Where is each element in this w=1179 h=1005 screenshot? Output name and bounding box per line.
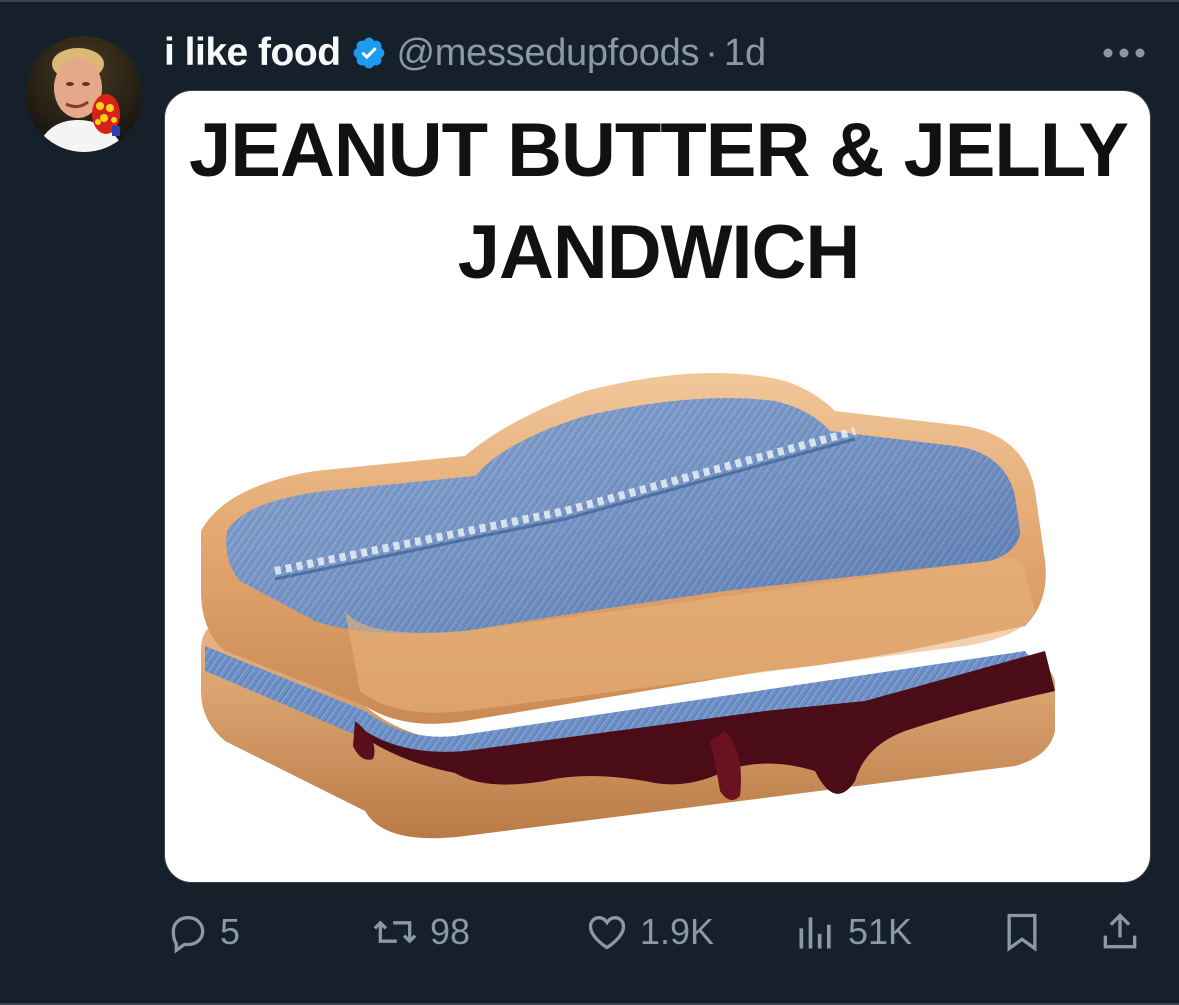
view-count: 51K (848, 911, 913, 952)
bookmark-button[interactable] (1000, 910, 1044, 954)
action-bar: 5 98 1.9K 51K (0, 900, 1179, 970)
post-header: i like food @messedupfoods · 1d (164, 28, 766, 78)
like-button[interactable]: 1.9K (584, 910, 714, 954)
like-icon (588, 916, 626, 950)
avatar-image (26, 36, 142, 152)
like-count: 1.9K (640, 911, 715, 952)
divider-top (0, 0, 1179, 2)
reply-count: 5 (220, 911, 241, 952)
tweet[interactable]: i like food @messedupfoods · 1d JEANUT B… (0, 0, 1179, 1005)
bookmark-icon (1007, 913, 1037, 952)
separator-dot: · (705, 31, 718, 74)
repost-icon (373, 920, 417, 944)
reply-icon (171, 916, 205, 954)
share-icon (1103, 913, 1137, 949)
views-icon (799, 917, 831, 949)
repost-button[interactable]: 98 (370, 910, 470, 954)
user-handle[interactable]: @messedupfoods (397, 32, 700, 75)
denim-sandwich-image (201, 373, 1055, 839)
post-image[interactable]: JEANUT BUTTER & JELLY JANDWICH (164, 90, 1151, 883)
avatar[interactable] (26, 36, 142, 152)
display-name[interactable]: i like food (164, 31, 341, 75)
post-timestamp[interactable]: 1d (724, 32, 766, 75)
more-icon[interactable] (1100, 38, 1150, 68)
share-button[interactable] (1098, 910, 1142, 954)
verified-badge-icon[interactable] (351, 35, 387, 71)
reply-button[interactable]: 5 (166, 910, 240, 954)
views-button[interactable]: 51K (794, 910, 912, 954)
repost-count: 98 (430, 911, 471, 952)
